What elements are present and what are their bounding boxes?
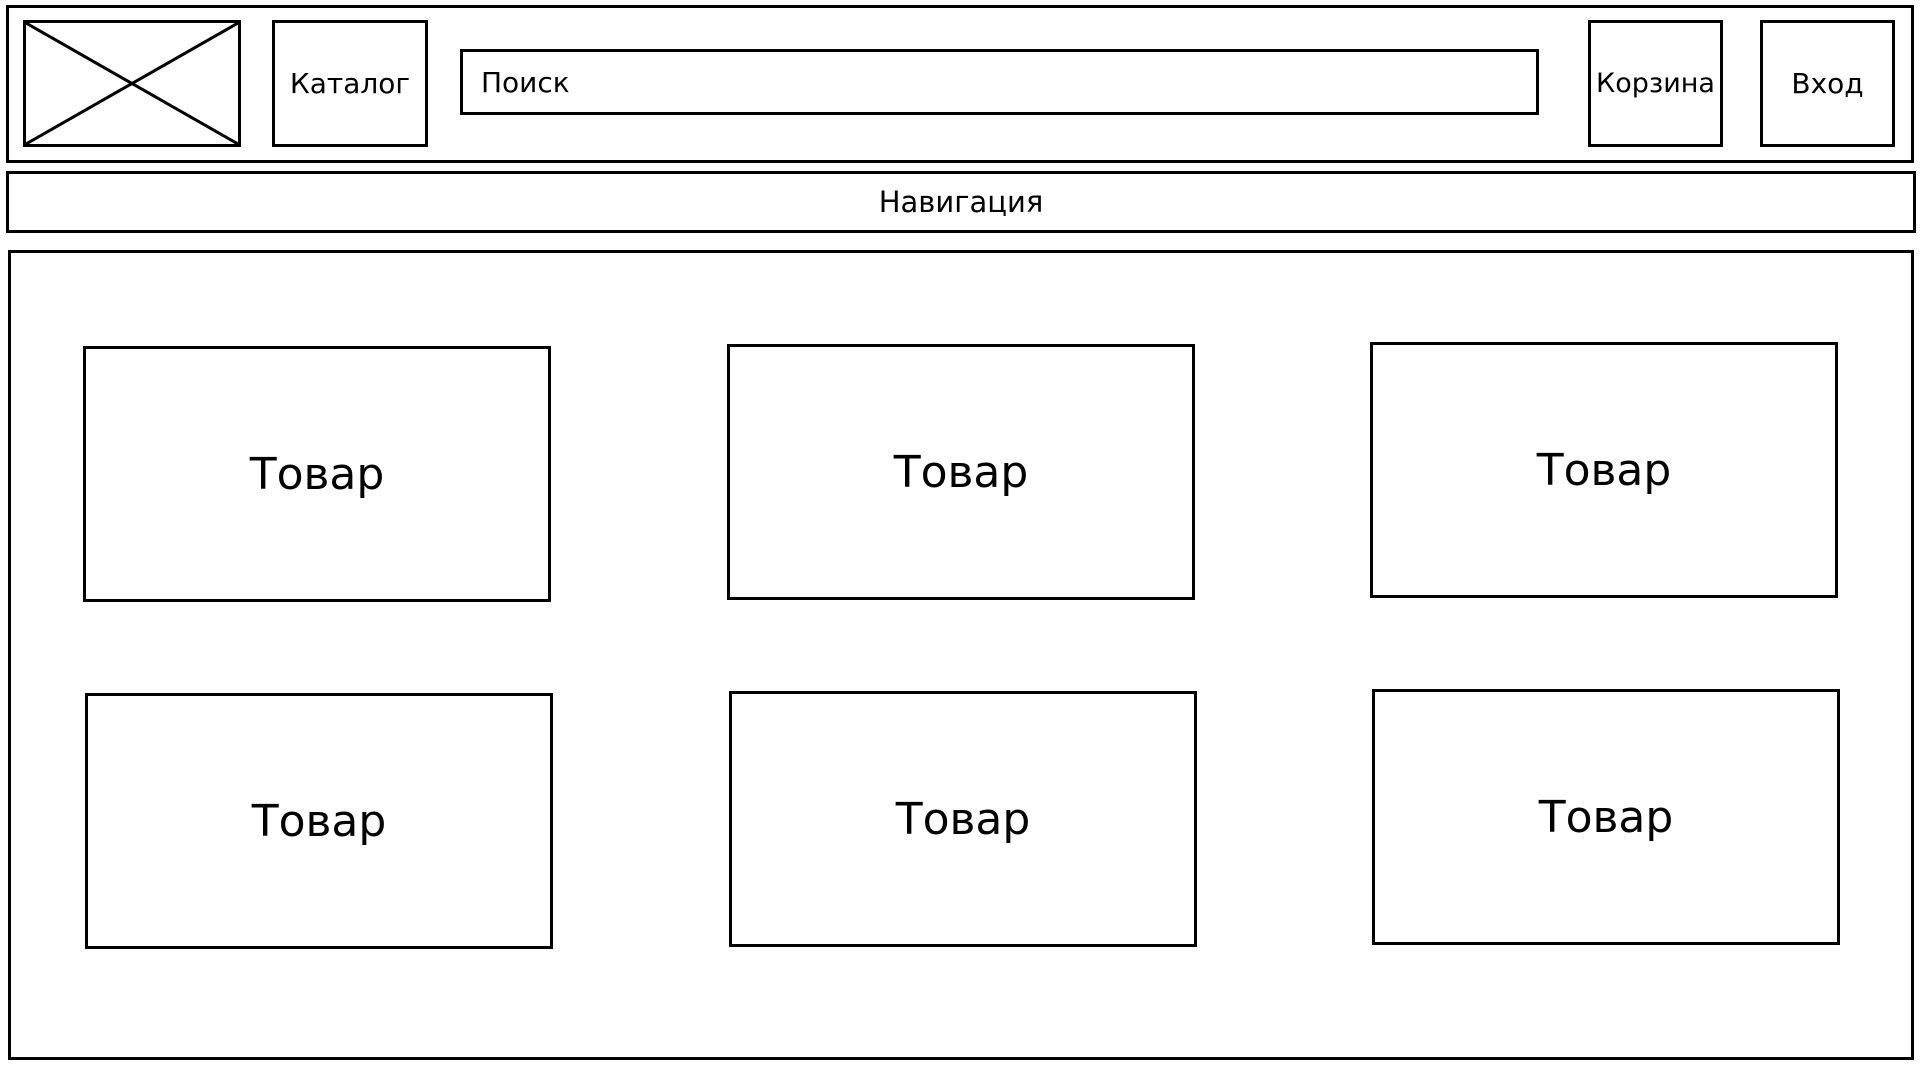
- product-card[interactable]: Товар: [83, 346, 551, 602]
- cart-button-label: Корзина: [1596, 68, 1715, 99]
- search-box[interactable]: [460, 49, 1539, 115]
- navigation-bar[interactable]: Навигация: [6, 171, 1916, 233]
- catalog-button[interactable]: Каталог: [272, 20, 428, 147]
- login-button[interactable]: Вход: [1760, 20, 1895, 147]
- cart-button[interactable]: Корзина: [1588, 20, 1723, 147]
- product-card-label: Товар: [895, 793, 1031, 845]
- product-card-label: Товар: [893, 446, 1029, 498]
- login-button-label: Вход: [1791, 67, 1864, 100]
- product-card-label: Товар: [249, 448, 385, 500]
- product-card[interactable]: Товар: [85, 693, 553, 949]
- product-card-label: Товар: [251, 795, 387, 847]
- product-card-label: Товар: [1536, 444, 1672, 496]
- catalog-button-label: Каталог: [289, 67, 411, 100]
- product-card-label: Товар: [1538, 791, 1674, 843]
- navigation-label: Навигация: [878, 185, 1044, 219]
- search-input[interactable]: [481, 65, 1536, 99]
- product-card[interactable]: Товар: [729, 691, 1197, 947]
- product-card[interactable]: Товар: [1370, 342, 1838, 598]
- image-placeholder-icon: [26, 23, 238, 144]
- product-card[interactable]: Товар: [1372, 689, 1840, 945]
- product-card[interactable]: Товар: [727, 344, 1195, 600]
- logo[interactable]: [23, 20, 241, 147]
